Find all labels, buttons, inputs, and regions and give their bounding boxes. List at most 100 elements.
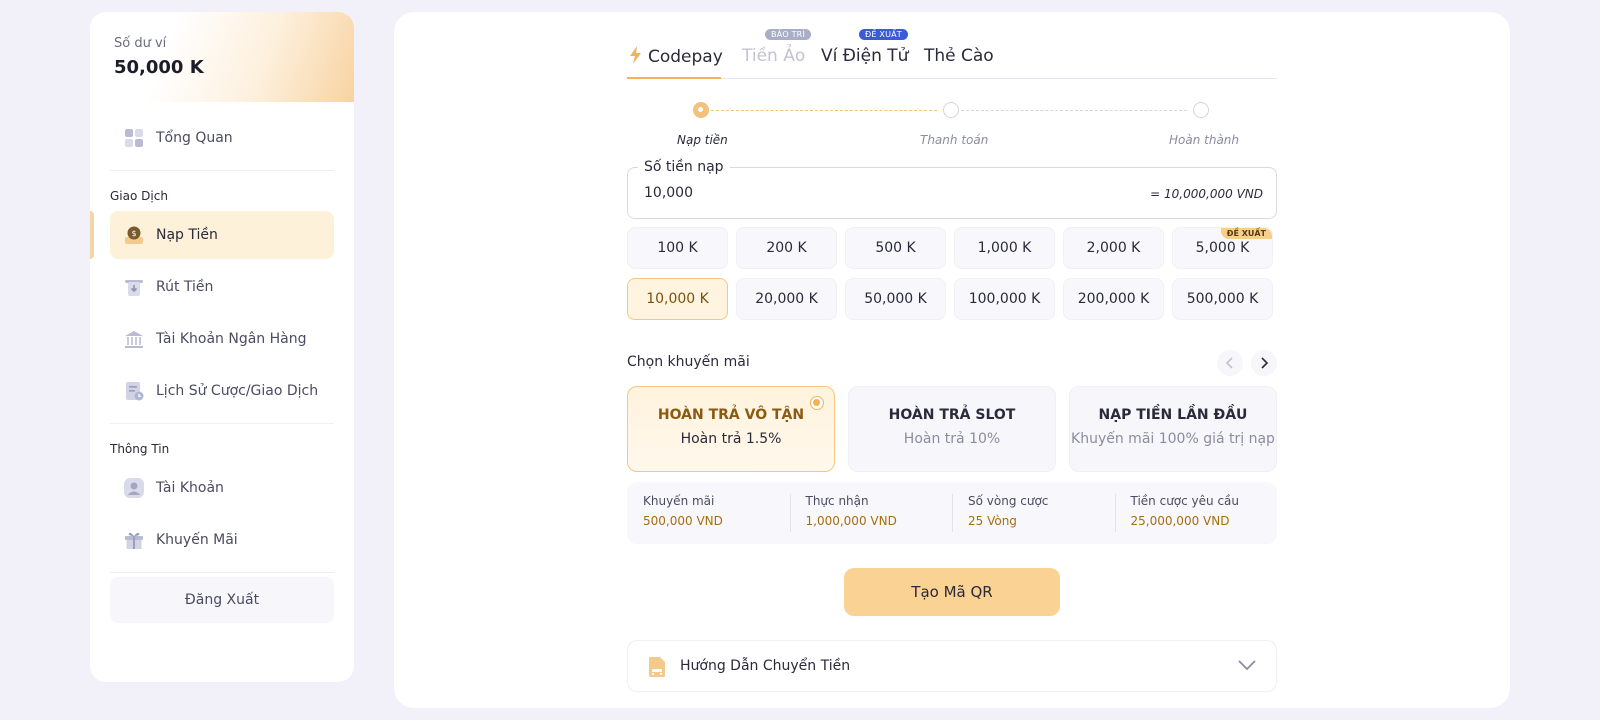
tab-scratch-card[interactable]: Thẻ Cào: [924, 46, 994, 66]
promo-card-slot-cashback[interactable]: HOÀN TRẢ SLOT Hoàn trả 10%: [848, 386, 1056, 472]
sidebar-item-withdraw[interactable]: Rút Tiền: [110, 263, 334, 311]
sidebar-item-history[interactable]: Lịch Sử Cược/Giao Dịch: [110, 367, 334, 415]
summary-required-bet: Tiền cược yêu cầu 25,000,000 VND: [1114, 482, 1278, 544]
tab-codepay[interactable]: Codepay: [629, 46, 723, 67]
document-icon: [649, 657, 665, 677]
wallet-balance-card: Số dư ví 50,000 K: [90, 12, 354, 102]
deposit-summary: Khuyến mãi 500,000 VND Thực nhận 1,000,0…: [627, 482, 1277, 544]
logout-button[interactable]: Đăng Xuất: [110, 577, 334, 623]
sidebar-item-label: Nạp Tiền: [156, 227, 218, 243]
divider: [110, 572, 334, 573]
preset-amount-chip-selected[interactable]: 10,000 K: [627, 278, 728, 320]
preset-amount-chip[interactable]: 100 K: [627, 227, 728, 269]
promo-card-subtitle: Hoàn trả 10%: [903, 431, 1001, 447]
tab-label: Thẻ Cào: [924, 46, 994, 66]
step-2-label: Thanh toán: [920, 133, 989, 147]
deposit-amount-field[interactable]: Số tiền nạp 10,000 = 10,000,000 VND: [627, 159, 1277, 219]
summary-value: 1,000,000 VND: [805, 514, 897, 528]
chevron-left-icon: [1225, 357, 1233, 369]
lightning-icon: [630, 46, 641, 64]
tab-label: Ví Điện Tử: [821, 46, 909, 66]
tab-ewallet[interactable]: Ví Điện Tử: [821, 46, 908, 66]
step-1-indicator: [693, 102, 709, 118]
summary-label: Số vòng cược: [968, 494, 1049, 508]
summary-value: 25,000,000 VND: [1130, 514, 1230, 528]
promo-next-button[interactable]: [1251, 350, 1277, 376]
promo-card-first-deposit[interactable]: NẠP TIỀN LẦN ĐẦU Khuyến mãi 100% giá trị…: [1069, 386, 1277, 472]
deposit-panel: Codepay BẢO TRÌ Tiền Ảo ĐỀ XUẤT Ví Điện …: [394, 12, 1510, 708]
summary-value: 500,000 VND: [643, 514, 723, 528]
promo-card-subtitle: Hoàn trả 1.5%: [680, 431, 782, 447]
maintenance-badge: BẢO TRÌ: [765, 29, 812, 40]
summary-value: 25 Vòng: [968, 514, 1017, 528]
transfer-guide-accordion[interactable]: Hướng Dẫn Chuyển Tiền: [627, 640, 1277, 692]
summary-label: Tiền cược yêu cầu: [1130, 494, 1240, 508]
promo-card-title: HOÀN TRẢ SLOT: [888, 407, 1016, 423]
promo-prev-button[interactable]: [1217, 350, 1243, 376]
preset-amount-chip-recommended[interactable]: 5,000 K ĐỀ XUẤT: [1172, 227, 1273, 269]
promo-card-subtitle: Khuyến mãi 100% giá trị nạp: [1071, 431, 1275, 447]
summary-label: Khuyến mãi: [643, 494, 715, 508]
sidebar-item-account[interactable]: Tài Khoản: [110, 464, 334, 512]
promo-card-title: NẠP TIỀN LẦN ĐẦU: [1098, 407, 1248, 423]
chevron-right-icon: [1261, 357, 1269, 369]
deposit-content: Codepay BẢO TRÌ Tiền Ảo ĐỀ XUẤT Ví Điện …: [627, 12, 1277, 692]
preset-amount-chip[interactable]: 200,000 K: [1063, 278, 1164, 320]
divider: [110, 423, 334, 424]
step-3-indicator: [1193, 102, 1209, 118]
svg-text:$: $: [131, 229, 136, 238]
sidebar-item-label: Tài Khoản: [156, 480, 224, 496]
section-title-info: Thông Tin: [110, 442, 170, 456]
step-2-indicator: [943, 102, 959, 118]
preset-amount-chip[interactable]: 20,000 K: [736, 278, 837, 320]
preset-amount-chip[interactable]: 100,000 K: [954, 278, 1055, 320]
sidebar-item-label: Tổng Quan: [156, 130, 233, 146]
step-connector: [961, 110, 1187, 111]
promotion-cards: HOÀN TRẢ VÔ TẬN Hoàn trả 1.5% HOÀN TRẢ S…: [627, 386, 1277, 472]
progress-stepper: Nạp tiền Thanh toán Hoàn thành: [627, 79, 1277, 149]
amount-input[interactable]: 10,000: [644, 185, 693, 201]
tab-label: Tiền Ảo: [742, 46, 806, 66]
selected-radio: [810, 396, 824, 410]
amount-presets: 100 K 200 K 500 K 1,000 K 2,000 K 5,000 …: [627, 227, 1277, 320]
guide-title: Hướng Dẫn Chuyển Tiền: [680, 658, 851, 674]
sidebar-item-label: Khuyến Mãi: [156, 532, 238, 548]
step-1-label: Nạp tiền: [677, 133, 728, 147]
section-title-transactions: Giao Dịch: [110, 189, 168, 203]
sidebar-item-promotions[interactable]: Khuyến Mãi: [110, 516, 334, 564]
preset-amount-chip[interactable]: 500,000 K: [1172, 278, 1273, 320]
promo-card-unlimited-cashback[interactable]: HOÀN TRẢ VÔ TẬN Hoàn trả 1.5%: [627, 386, 835, 472]
preset-amount-chip[interactable]: 2,000 K: [1063, 227, 1164, 269]
sidebar: Số dư ví 50,000 K Tổng Quan Giao Dịch $ …: [90, 12, 354, 682]
sidebar-item-bank-account[interactable]: Tài Khoản Ngân Hàng: [110, 315, 334, 363]
chevron-down-icon: [1238, 660, 1256, 671]
user-icon: [124, 478, 144, 498]
step-connector: [711, 110, 937, 111]
promotion-header: Chọn khuyến mãi: [627, 350, 1277, 376]
preset-amount-chip[interactable]: 200 K: [736, 227, 837, 269]
tab-label: Codepay: [648, 47, 723, 67]
recommended-badge: ĐỀ XUẤT: [1220, 228, 1272, 239]
create-qr-button[interactable]: Tạo Mã QR: [844, 568, 1060, 616]
gift-icon: [124, 530, 144, 550]
payment-method-tabs: Codepay BẢO TRÌ Tiền Ảo ĐỀ XUẤT Ví Điện …: [627, 12, 1277, 79]
summary-received: Thực nhận 1,000,000 VND: [789, 482, 953, 544]
sidebar-item-label: Tài Khoản Ngân Hàng: [156, 331, 307, 347]
tab-crypto[interactable]: Tiền Ảo: [742, 46, 805, 66]
preset-amount-chip[interactable]: 50,000 K: [845, 278, 946, 320]
chip-label: 5,000 K: [1195, 240, 1250, 256]
recommended-badge: ĐỀ XUẤT: [859, 29, 908, 40]
divider: [110, 170, 334, 171]
sidebar-item-overview[interactable]: Tổng Quan: [110, 114, 334, 162]
amount-label: Số tiền nạp: [638, 159, 730, 175]
sidebar-nav: Tổng Quan Giao Dịch $ Nạp Tiền Rút Tiền …: [90, 102, 354, 623]
preset-amount-chip[interactable]: 1,000 K: [954, 227, 1055, 269]
balance-value: 50,000 K: [114, 57, 204, 78]
step-3-label: Hoàn thành: [1169, 133, 1240, 147]
summary-label: Thực nhận: [805, 494, 869, 508]
history-document-icon: [124, 381, 144, 401]
bank-icon: [124, 329, 144, 349]
preset-amount-chip[interactable]: 500 K: [845, 227, 946, 269]
sidebar-item-deposit[interactable]: $ Nạp Tiền: [90, 211, 334, 259]
summary-turnover: Số vòng cược 25 Vòng: [952, 482, 1115, 544]
